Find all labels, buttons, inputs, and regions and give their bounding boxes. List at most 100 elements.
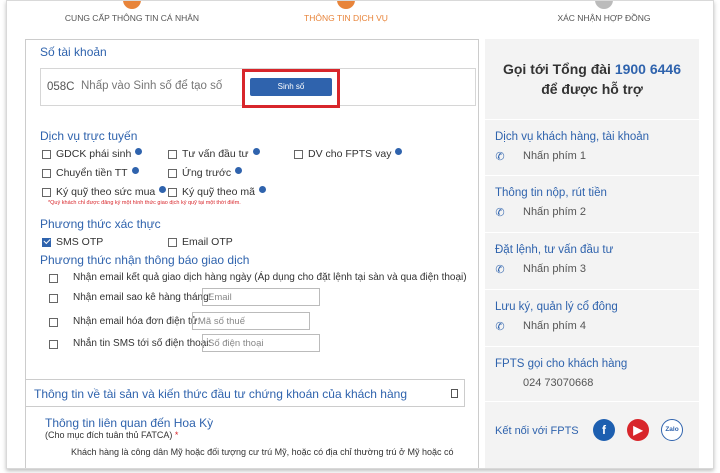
checkbox-label: Ký quỹ theo sức mua bbox=[56, 186, 156, 198]
checkbox-derivatives[interactable]: GDCK phái sinh bbox=[42, 147, 143, 160]
generate-highlight-box: Sinh số bbox=[242, 69, 340, 108]
support-item-title: Lưu ký, quản lý cổ đông bbox=[495, 301, 618, 313]
support-heading-prefix: Gọi tới Tổng đài bbox=[502, 61, 611, 77]
phone-icon: ✆ bbox=[495, 263, 505, 276]
step-service-info[interactable]: THÔNG TIN DỊCH VỤ bbox=[271, 1, 421, 23]
daily-email-label: Nhận email kết quả giao dịch hàng ngày (… bbox=[73, 272, 467, 283]
checkbox-einvoice-email[interactable] bbox=[49, 318, 58, 327]
hotline-number[interactable]: 1900 6446 bbox=[615, 61, 681, 77]
checkbox-label: Chuyển tiền TT bbox=[56, 167, 128, 179]
info-icon[interactable] bbox=[135, 147, 143, 155]
divider bbox=[485, 119, 699, 120]
divider bbox=[485, 175, 699, 176]
support-item-key: Nhấn phím 2 bbox=[523, 206, 586, 218]
info-icon[interactable] bbox=[159, 185, 167, 193]
progress-steps: CUNG CẤP THÔNG TIN CÁ NHÂN THÔNG TIN DỊC… bbox=[7, 1, 713, 39]
generate-number-button[interactable]: Sinh số bbox=[250, 78, 332, 96]
checkbox-label: Ký quỹ theo mã bbox=[182, 186, 255, 198]
step-3-dot-icon bbox=[595, 1, 613, 9]
step-2-dot-icon bbox=[337, 1, 355, 9]
checkbox-label: Tư vấn đầu tư bbox=[182, 148, 249, 160]
checkbox-box[interactable] bbox=[168, 237, 177, 247]
checkbox-email-otp[interactable]: Email OTP bbox=[168, 236, 233, 248]
info-icon[interactable] bbox=[235, 166, 243, 174]
step-1-dot-icon bbox=[123, 1, 141, 9]
checkbox-label: Ứng trước bbox=[182, 167, 232, 179]
support-item-title: Thông tin nộp, rút tiền bbox=[495, 187, 607, 199]
checkbox-box[interactable] bbox=[168, 168, 177, 178]
online-services-title: Dịch vụ trực tuyến bbox=[40, 129, 138, 143]
support-heading: Gọi tới Tổng đài 1900 6446 để được hỗ tr… bbox=[485, 59, 699, 99]
checkbox-label: Email OTP bbox=[182, 236, 233, 248]
info-icon[interactable] bbox=[395, 147, 403, 155]
checkbox-label: DV cho FPTS vay bbox=[308, 148, 392, 160]
tax-code-input[interactable]: Mã số thuế bbox=[192, 312, 310, 330]
connect-label: Kết nối với FPTS bbox=[495, 425, 579, 437]
support-item-key: Nhấn phím 1 bbox=[523, 150, 586, 162]
info-icon[interactable] bbox=[252, 147, 260, 155]
checkbox-fpts-lending[interactable]: DV cho FPTS vay bbox=[294, 147, 403, 160]
checkbox-box[interactable] bbox=[294, 149, 303, 159]
checkbox-investment-advice[interactable]: Tư vấn đầu tư bbox=[168, 147, 260, 160]
us-section-subtitle: (Cho mục đích tuân thủ FATCA) * bbox=[45, 430, 178, 440]
phone-icon: ✆ bbox=[495, 150, 505, 163]
account-prefix: 058C bbox=[47, 81, 75, 93]
support-item-customer-service: Dịch vụ khách hàng, tài khoản ✆ Nhấn phím… bbox=[495, 131, 689, 163]
checkbox-box[interactable] bbox=[168, 187, 177, 197]
divider bbox=[485, 401, 699, 402]
step-2-label: THÔNG TIN DỊCH VỤ bbox=[304, 13, 388, 23]
checkbox-online-transfer[interactable]: Chuyển tiền TT bbox=[42, 166, 139, 179]
checkbox-advance[interactable]: Ứng trước bbox=[168, 166, 243, 179]
checkbox-box-checked[interactable] bbox=[42, 237, 51, 247]
support-heading-suffix: để được hỗ trợ bbox=[541, 81, 643, 97]
monthly-email-label: Nhận email sao kê hàng tháng: bbox=[73, 292, 212, 303]
margin-note: *Quý khách chỉ được đăng ký một hình thứ… bbox=[48, 200, 241, 206]
required-mark: * bbox=[174, 430, 179, 440]
support-item-key: Nhấn phím 4 bbox=[523, 320, 586, 332]
step-3-label: XÁC NHẬN HỢP ĐỒNG bbox=[557, 13, 651, 23]
account-number-input[interactable]: Nhấp vào Sinh số để tạo số bbox=[81, 80, 222, 92]
support-item-key: Nhấn phím 3 bbox=[523, 263, 586, 275]
fatca-note: (Cho mục đích tuân thủ FATCA) bbox=[45, 430, 173, 440]
checkbox-box[interactable] bbox=[168, 149, 177, 159]
support-item-custody: Lưu ký, quản lý cổ đông ✆ Nhấn phím 4 bbox=[495, 301, 689, 333]
support-item-trading: Đặt lệnh, tư vấn đầu tư ✆ Nhấn phím 3 bbox=[495, 244, 689, 276]
sms-label: Nhắn tin SMS tới số điện thoại: bbox=[73, 338, 212, 349]
divider bbox=[485, 232, 699, 233]
info-icon[interactable] bbox=[258, 185, 266, 193]
youtube-icon[interactable]: ▶ bbox=[627, 419, 649, 441]
phone-number-input[interactable]: Số điện thoại bbox=[202, 334, 320, 352]
us-section-title: Thông tin liên quan đến Hoa Kỳ bbox=[45, 416, 214, 430]
checkbox-margin-by-symbol[interactable]: Ký quỹ theo mã bbox=[168, 185, 266, 198]
support-item-title: FPTS gọi cho khách hàng bbox=[495, 358, 628, 370]
step-confirm-contract[interactable]: XÁC NHẬN HỢP ĐỒNG bbox=[529, 1, 679, 23]
checkbox-margin-buying-power[interactable]: Ký quỹ theo sức mua bbox=[42, 185, 167, 198]
app-frame: CUNG CẤP THÔNG TIN CÁ NHÂN THÔNG TIN DỊC… bbox=[6, 0, 714, 469]
email-input[interactable]: Email bbox=[202, 288, 320, 306]
checkbox-monthly-email[interactable] bbox=[49, 294, 58, 303]
expand-icon[interactable] bbox=[451, 389, 458, 398]
info-icon[interactable] bbox=[131, 166, 139, 174]
checkbox-label: SMS OTP bbox=[56, 236, 104, 248]
notify-title: Phương thức nhận thông báo giao dịch bbox=[40, 253, 250, 267]
step-1-label: CUNG CẤP THÔNG TIN CÁ NHÂN bbox=[64, 13, 200, 23]
checkbox-sms[interactable] bbox=[49, 340, 58, 349]
checkbox-box[interactable] bbox=[42, 168, 51, 178]
einvoice-email-label: Nhận email hóa đơn điện tử: bbox=[73, 316, 201, 327]
checkbox-box[interactable] bbox=[42, 149, 51, 159]
facebook-icon[interactable]: f bbox=[593, 419, 615, 441]
checkbox-sms-otp[interactable]: SMS OTP bbox=[42, 236, 103, 248]
step-personal-info[interactable]: CUNG CẤP THÔNG TIN CÁ NHÂN bbox=[57, 1, 207, 23]
assets-knowledge-section[interactable]: Thông tin về tài sản và kiến thức đầu tư… bbox=[25, 379, 465, 407]
account-title: Số tài khoản bbox=[40, 45, 107, 59]
auth-title: Phương thức xác thực bbox=[40, 217, 161, 231]
support-panel: Gọi tới Tổng đài 1900 6446 để được hỗ tr… bbox=[485, 39, 699, 468]
phone-icon: ✆ bbox=[495, 320, 505, 333]
us-section-body: Khách hàng là công dân Mỹ hoặc đối tượng… bbox=[71, 447, 454, 457]
divider bbox=[485, 289, 699, 290]
checkbox-box[interactable] bbox=[42, 187, 51, 197]
support-item-title: Đặt lệnh, tư vấn đầu tư bbox=[495, 244, 614, 256]
checkbox-daily-email[interactable] bbox=[49, 274, 58, 283]
zalo-icon[interactable]: Zalo bbox=[661, 419, 683, 441]
support-item-title: Dịch vụ khách hàng, tài khoản bbox=[495, 131, 650, 143]
